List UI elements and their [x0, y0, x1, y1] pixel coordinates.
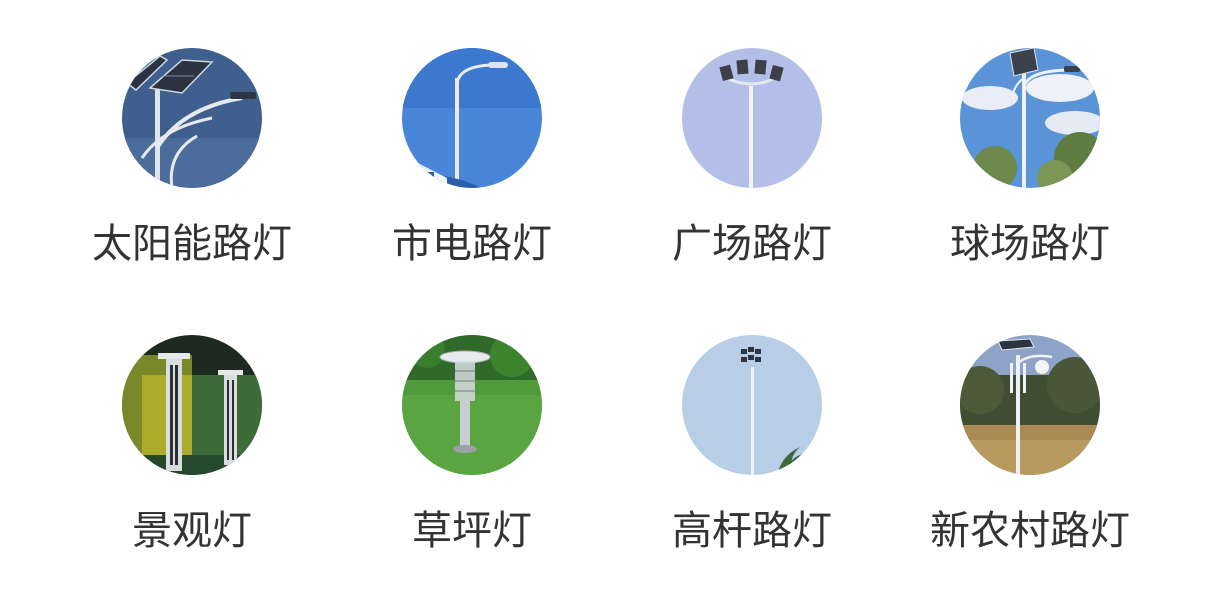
product-category-grid: 太阳能路灯 市电路灯 广场路灯 球场路灯 景观灯 草坪灯 高杆路灯 新农村路灯 [0, 0, 1223, 614]
category-label: 广场路灯 [672, 221, 832, 267]
category-label: 球场路灯 [950, 221, 1110, 267]
product-category-page: 太阳能路灯 市电路灯 广场路灯 球场路灯 景观灯 草坪灯 高杆路灯 新农村路灯 [0, 0, 1223, 614]
category-mains-street-light[interactable]: 市电路灯 [362, 48, 582, 308]
stadium-light-icon [960, 48, 1100, 188]
solar-street-light-icon [122, 48, 262, 188]
category-lawn-light[interactable]: 草坪灯 [362, 335, 582, 595]
landscape-light-icon [122, 335, 262, 475]
category-landscape-light[interactable]: 景观灯 [82, 335, 302, 595]
mains-street-light-icon [402, 48, 542, 188]
category-stadium-light[interactable]: 球场路灯 [920, 48, 1140, 308]
plaza-light-icon [682, 48, 822, 188]
category-plaza-light[interactable]: 广场路灯 [642, 48, 862, 308]
category-label: 太阳能路灯 [92, 221, 292, 267]
rural-street-light-icon [960, 335, 1100, 475]
high-mast-light-icon [682, 335, 822, 475]
category-label: 高杆路灯 [672, 508, 832, 554]
lawn-light-icon [402, 335, 542, 475]
category-label: 市电路灯 [392, 221, 552, 267]
category-solar-street-light[interactable]: 太阳能路灯 [82, 48, 302, 308]
category-rural-street-light[interactable]: 新农村路灯 [920, 335, 1140, 595]
category-label: 草坪灯 [412, 508, 532, 554]
category-label: 景观灯 [132, 508, 252, 554]
category-high-mast-light[interactable]: 高杆路灯 [642, 335, 862, 595]
category-label: 新农村路灯 [930, 508, 1130, 554]
